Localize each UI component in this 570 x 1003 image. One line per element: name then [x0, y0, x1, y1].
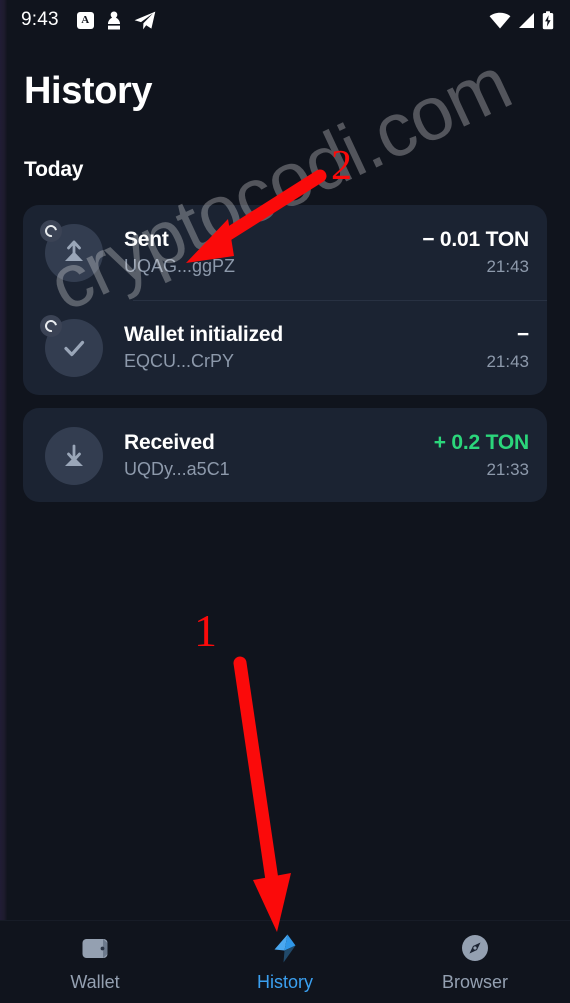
- transaction-text: Wallet initialized EQCU...CrPY: [124, 323, 283, 372]
- app-screen: 9:43 A History Today Sent UQAG...ggPZ − …: [0, 0, 570, 1003]
- nav-label-wallet: Wallet: [70, 972, 120, 992]
- table-row[interactable]: Received UQDy...a5C1 + 0.2 TON 21:33: [23, 408, 547, 502]
- nav-label-browser: Browser: [441, 972, 508, 992]
- annotation-arrow-1: [233, 656, 291, 932]
- arrow-down-icon: [45, 426, 103, 485]
- pending-spinner-badge: [40, 314, 62, 337]
- compass-icon: [461, 933, 489, 963]
- annotation-number-2: 2: [331, 143, 352, 189]
- transaction-address: EQCU...CrPY: [124, 351, 235, 371]
- transaction-text: Received UQDy...a5C1: [124, 431, 230, 480]
- nav-label-history: History: [256, 972, 313, 992]
- transaction-title: Sent: [124, 228, 169, 251]
- transaction-amount: −: [516, 323, 529, 346]
- transaction-title: Wallet initialized: [124, 323, 283, 346]
- transaction-text: Sent UQAG...ggPZ: [124, 228, 235, 277]
- transaction-group-card-2: Received UQDy...a5C1 + 0.2 TON 21:33: [23, 408, 547, 502]
- nav-tab-browser[interactable]: Browser: [380, 933, 570, 993]
- bottom-navigation-bar: Wallet History Browser: [0, 920, 570, 1003]
- transaction-meta: − 21:43: [486, 323, 529, 372]
- person-icon: [107, 11, 120, 29]
- transaction-title: Received: [124, 431, 215, 454]
- transaction-address: UQAG...ggPZ: [124, 256, 236, 276]
- page-title: History: [24, 70, 153, 112]
- transaction-time: 21:43: [486, 352, 529, 371]
- transaction-time: 21:43: [486, 257, 529, 276]
- wifi-icon: [489, 12, 511, 28]
- telegram-icon: [134, 11, 156, 29]
- transaction-time: 21:33: [486, 460, 529, 479]
- transaction-group-card-1: Sent UQAG...ggPZ − 0.01 TON 21:43 Wallet…: [23, 205, 547, 395]
- translate-icon: A: [76, 11, 94, 29]
- transaction-icon-wrap: [40, 314, 103, 377]
- nav-tab-history[interactable]: History: [190, 933, 380, 993]
- annotation-number-1: 1: [194, 605, 217, 656]
- screen-left-edge-strip: [0, 0, 7, 1003]
- history-bolt-icon: [270, 933, 300, 963]
- transaction-meta: − 0.01 TON 21:43: [422, 228, 529, 277]
- wallet-icon: [81, 933, 110, 963]
- status-bar: 9:43 A: [0, 0, 570, 40]
- transaction-icon-wrap: [40, 219, 103, 282]
- section-header-today: Today: [24, 158, 84, 181]
- status-bar-notification-icons: A: [76, 11, 156, 30]
- status-bar-clock: 9:43: [21, 9, 59, 30]
- transaction-meta: + 0.2 TON 21:33: [434, 431, 529, 480]
- pending-spinner-badge: [40, 219, 62, 242]
- table-row[interactable]: Sent UQAG...ggPZ − 0.01 TON 21:43: [23, 205, 547, 301]
- table-row[interactable]: Wallet initialized EQCU...CrPY − 21:43: [23, 300, 547, 395]
- transaction-address: UQDy...a5C1: [124, 459, 230, 479]
- transaction-icon-wrap: [45, 426, 103, 485]
- battery-charging-icon: [542, 10, 554, 29]
- transaction-amount: − 0.01 TON: [422, 228, 529, 251]
- cellular-signal-icon: [519, 12, 534, 28]
- status-bar-system-icons: [489, 10, 554, 30]
- transaction-amount: + 0.2 TON: [433, 431, 529, 454]
- nav-tab-wallet[interactable]: Wallet: [0, 933, 190, 993]
